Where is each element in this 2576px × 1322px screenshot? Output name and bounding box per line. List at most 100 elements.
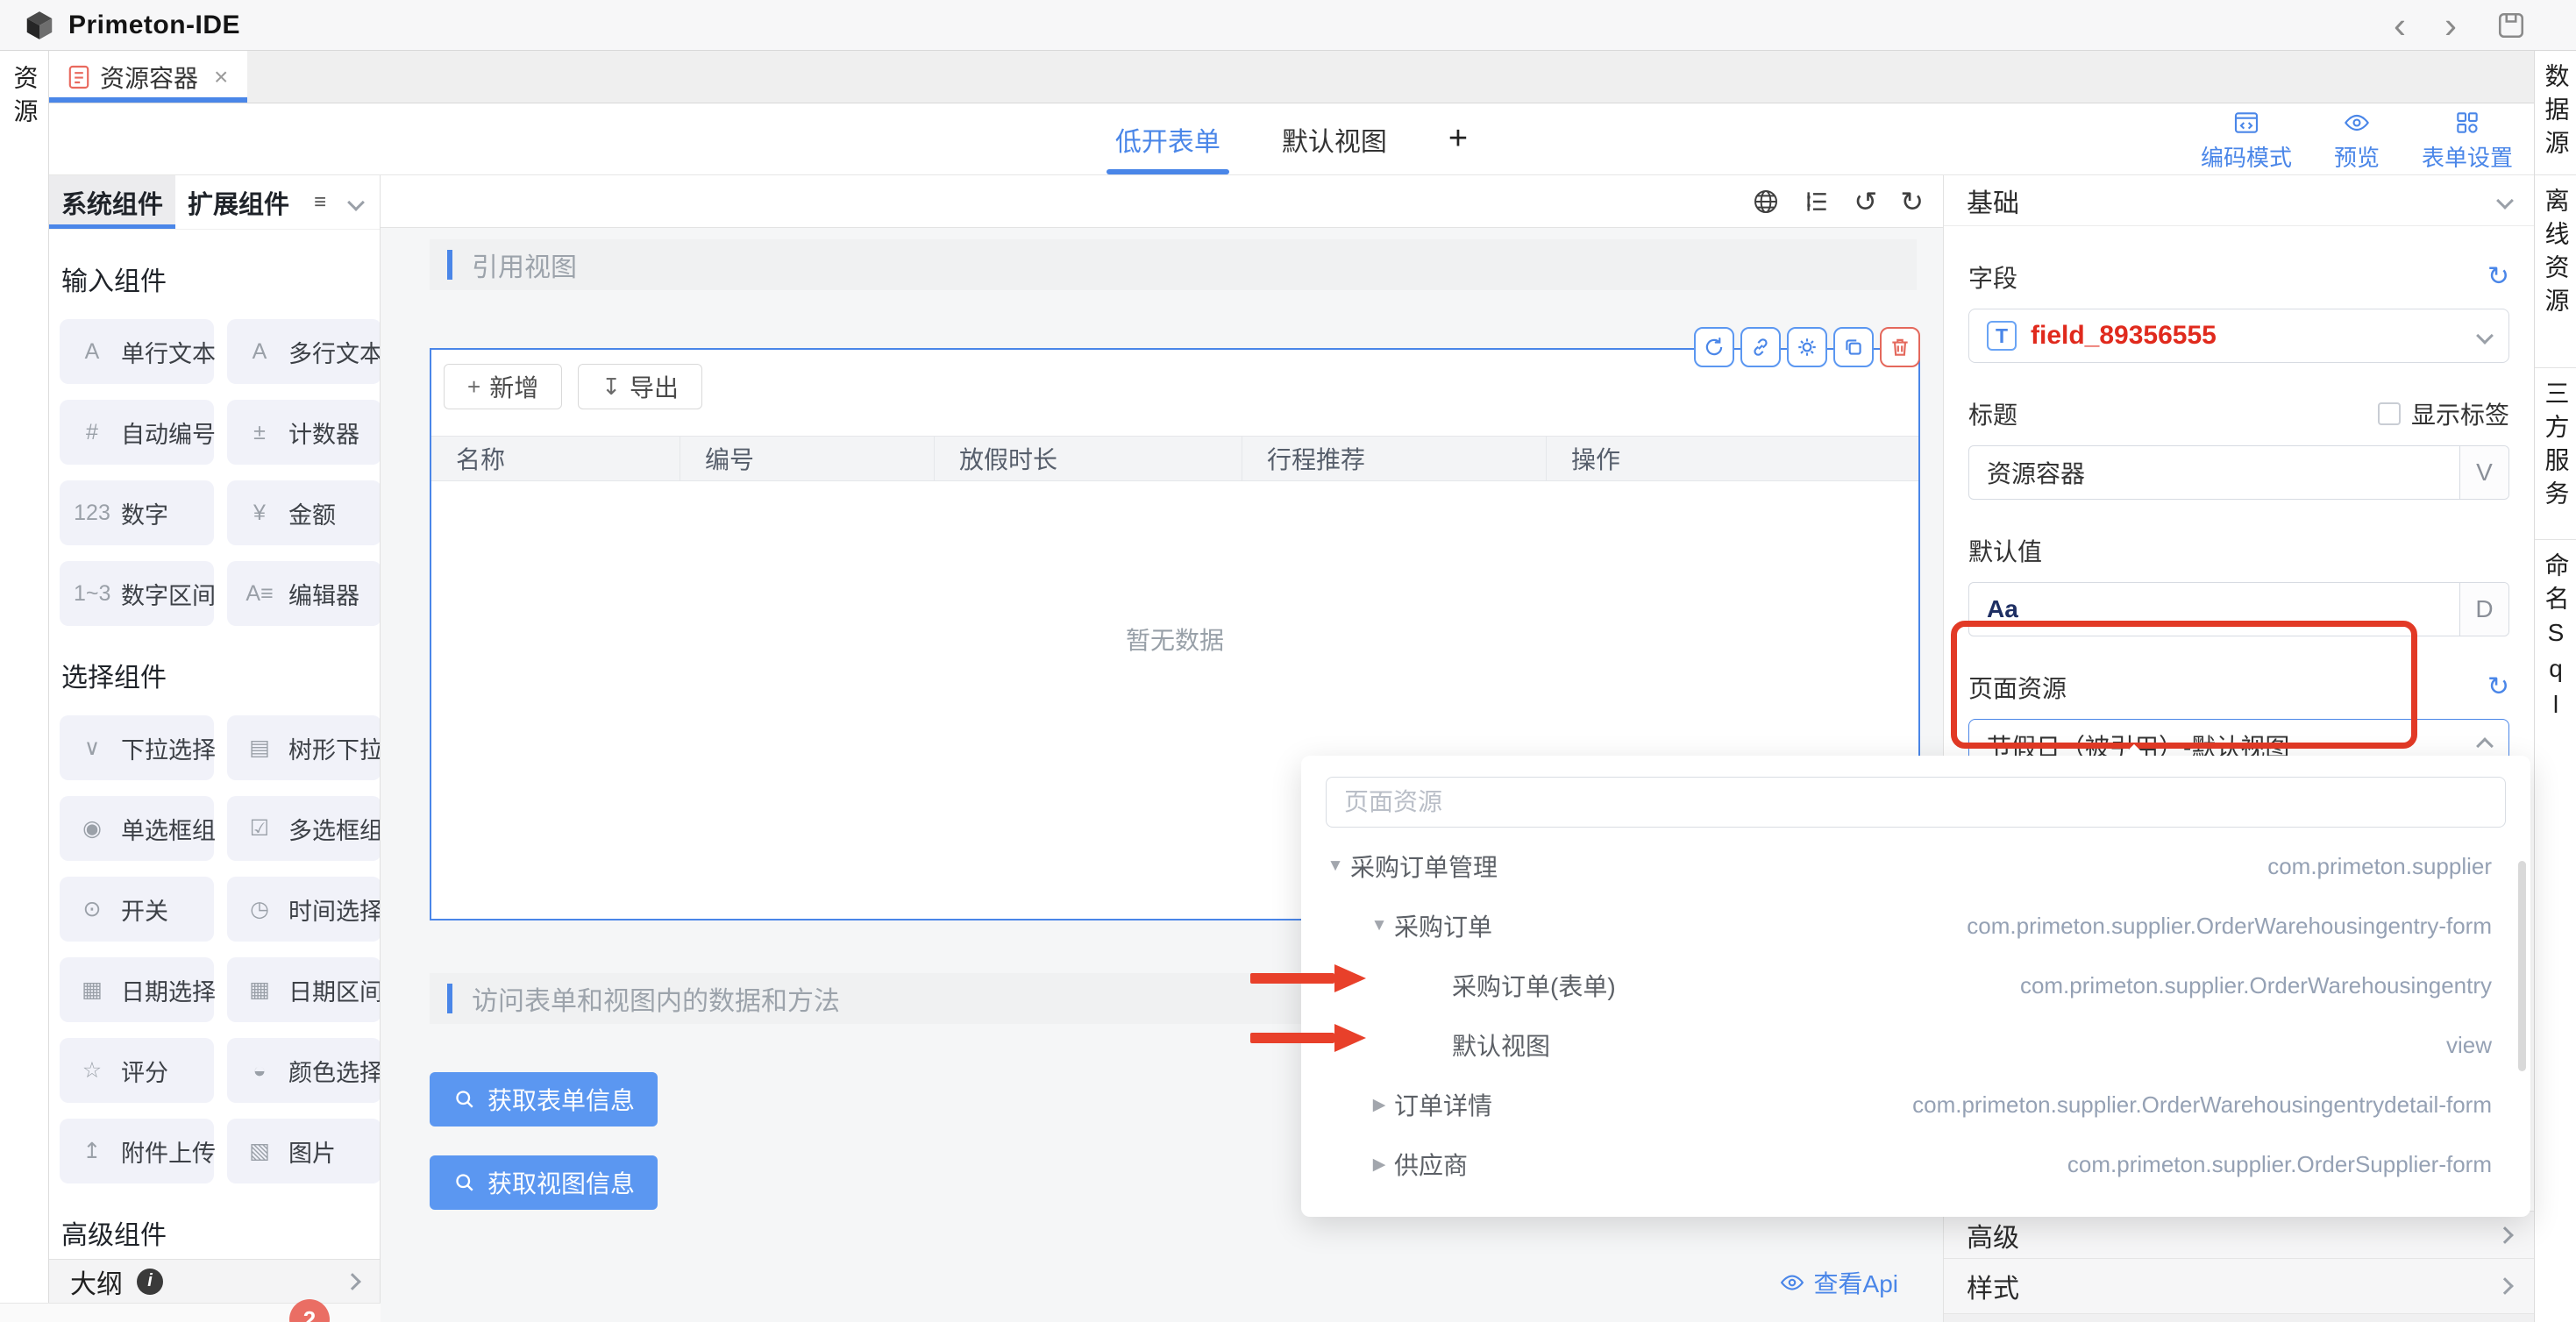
expander-icon[interactable]: ▼ <box>1364 916 1394 935</box>
palette-item-date-picker[interactable]: ▦日期选择 <box>60 957 214 1022</box>
add-view-tab-button[interactable]: + <box>1448 103 1468 174</box>
page-resource-refresh-icon[interactable]: ↻ <box>2487 674 2509 700</box>
palette-item-checkbox-group[interactable]: ☑多选框组 <box>227 796 380 861</box>
show-label-checkbox[interactable] <box>2378 402 2401 425</box>
tree-node-purchase-order-form[interactable]: 采购订单(表单) com.primeton.supplier.OrderWare… <box>1301 956 2530 1015</box>
structure-list-icon[interactable] <box>1803 188 1831 216</box>
inspector-bottom-strip <box>1944 1313 2534 1322</box>
column-header-name[interactable]: 名称 <box>431 437 680 480</box>
palette-list-icon[interactable]: ≡ <box>314 190 326 215</box>
column-header-holiday-duration[interactable]: 放假时长 <box>935 437 1242 480</box>
palette-item-time-picker[interactable]: ◷时间选择 <box>227 877 380 942</box>
resource-code: com.primeton.supplier.OrderWarehousingen… <box>1912 1091 2492 1119</box>
outline-expand-button[interactable] <box>346 1276 359 1288</box>
dropdown-scrollbar[interactable] <box>2518 861 2526 1071</box>
export-button[interactable]: ↧ 导出 <box>578 364 702 409</box>
tab-system-components[interactable]: 系统组件 <box>49 175 175 229</box>
close-icon[interactable]: × <box>214 63 228 91</box>
get-view-info-button[interactable]: 获取视图信息 <box>430 1155 658 1210</box>
dropdown-search[interactable] <box>1326 777 2506 828</box>
tab-default-view[interactable]: 默认视图 <box>1282 103 1387 174</box>
link-icon[interactable] <box>1740 327 1781 367</box>
back-icon[interactable]: ‹ <box>2394 7 2406 44</box>
default-suffix-button[interactable]: D <box>2459 583 2508 636</box>
get-form-info-button[interactable]: 获取表单信息 <box>430 1072 658 1127</box>
active-tab-underline <box>49 97 247 103</box>
palette-item-single-line-text[interactable]: A单行文本 <box>60 319 214 384</box>
title-suffix-button[interactable]: V <box>2459 446 2508 499</box>
palette-collapse-button[interactable] <box>350 196 362 209</box>
column-header-trip-recommendation[interactable]: 行程推荐 <box>1242 437 1547 480</box>
palette-item-multi-line-text[interactable]: A多行文本 <box>227 319 380 384</box>
right-rail-tab-offline-resource[interactable]: 离线资源 <box>2535 175 2576 368</box>
section-marker <box>447 984 452 1013</box>
inspector-section-basic[interactable]: 基础 <box>1944 175 2534 226</box>
section-title: 引用视图 <box>472 245 577 284</box>
tree-node-purchase-order-management[interactable]: ▼ 采购订单管理 com.primeton.supplier <box>1301 836 2530 896</box>
code-mode-button[interactable]: 编码模式 <box>2201 109 2292 173</box>
inspector-section-style[interactable]: 样式 <box>1944 1258 2534 1313</box>
field-refresh-icon[interactable]: ↻ <box>2487 264 2509 290</box>
outline-bar[interactable]: 大纲 i <box>49 1259 380 1303</box>
section-title-advanced: 高级组件 <box>61 1213 380 1252</box>
tab-lowcode-form[interactable]: 低开表单 <box>1115 103 1220 174</box>
palette-item-auto-number[interactable]: #自动编号 <box>60 400 214 465</box>
trash-icon[interactable] <box>1880 327 1920 367</box>
copy-icon[interactable] <box>1833 327 1874 367</box>
palette-item-tree-select[interactable]: ▤树形下拉 <box>227 715 380 780</box>
palette-item-file-upload[interactable]: ↥附件上传 <box>60 1119 214 1183</box>
column-header-number[interactable]: 编号 <box>680 437 935 480</box>
form-tab-band: 低开表单 默认视图 + 编码模式 预览 表单设置 <box>49 103 2534 175</box>
right-rail-tab-third-party-service[interactable]: 三方服务 <box>2535 368 2576 540</box>
hash-icon: # <box>74 420 110 445</box>
expander-icon[interactable]: ▶ <box>1364 1155 1394 1175</box>
palette-item-date-range[interactable]: ▦日期区间 <box>227 957 380 1022</box>
doc-tab-resource-container[interactable]: 资源容器 × <box>49 51 247 103</box>
globe-icon[interactable] <box>1752 188 1780 216</box>
palette-item-currency[interactable]: ¥金额 <box>227 480 380 545</box>
form-settings-button[interactable]: 表单设置 <box>2422 109 2513 173</box>
section-marker <box>447 250 452 280</box>
forward-icon[interactable]: › <box>2444 7 2457 44</box>
column-header-actions[interactable]: 操作 <box>1547 437 1918 480</box>
document-icon <box>68 64 89 90</box>
palette-item-number[interactable]: 123数字 <box>60 480 214 545</box>
right-rail-tab-named-sql[interactable]: 命名Sql <box>2535 540 2576 1322</box>
add-row-button[interactable]: + 新增 <box>444 364 562 409</box>
save-icon[interactable] <box>2495 10 2527 41</box>
dropdown-search-input[interactable] <box>1344 788 2487 816</box>
redo-icon[interactable]: ↻ <box>1900 188 1924 216</box>
left-rail-resources-tab[interactable]: 资源 <box>7 65 42 131</box>
palette-item-radio-group[interactable]: ◉单选框组 <box>60 796 214 861</box>
gear-icon[interactable] <box>1787 327 1827 367</box>
tree-node-supplier[interactable]: ▶ 供应商 com.primeton.supplier.OrderSupplie… <box>1301 1134 2530 1194</box>
field-select[interactable]: T field_89356555 <box>1968 309 2509 363</box>
view-api-link[interactable]: 查看Api <box>1779 1265 1898 1300</box>
tree-node-default-view[interactable]: 默认视图 view <box>1301 1015 2530 1075</box>
undo-icon[interactable]: ↺ <box>1854 188 1877 216</box>
right-rail-tab-datasource[interactable]: 数据源 <box>2535 51 2576 175</box>
palette-item-counter[interactable]: ±计数器 <box>227 400 380 465</box>
expander-icon[interactable]: ▶ <box>1364 1095 1394 1115</box>
refresh-icon[interactable] <box>1694 327 1734 367</box>
palette-item-image[interactable]: ▧图片 <box>227 1119 380 1183</box>
palette-scroll-area[interactable]: 输入组件 A单行文本 A多行文本 #自动编号 ±计数器 123数字 ¥金额 1~… <box>49 230 380 1259</box>
tab-extended-components[interactable]: 扩展组件 <box>175 175 302 229</box>
preview-button[interactable]: 预览 <box>2334 109 2380 173</box>
tree-node-purchase-order[interactable]: ▼ 采购订单 com.primeton.supplier.OrderWareho… <box>1301 896 2530 956</box>
title-input[interactable]: 资源容器 V <box>1968 445 2509 500</box>
palette-item-rating[interactable]: ☆评分 <box>60 1038 214 1103</box>
palette-item-color-picker[interactable]: ◒颜色选择 <box>227 1038 380 1103</box>
widget-actions <box>1694 327 1920 367</box>
palette-item-select[interactable]: ∨下拉选择 <box>60 715 214 780</box>
tree-node-order-detail[interactable]: ▶ 订单详情 com.primeton.supplier.OrderWareho… <box>1301 1075 2530 1134</box>
expander-icon[interactable]: ▼ <box>1320 856 1350 876</box>
inspector-section-advanced[interactable]: 高级 <box>1944 1211 2534 1258</box>
palette-item-number-range[interactable]: 1~3数字区间 <box>60 561 214 626</box>
show-label-option[interactable]: 显示标签 <box>2378 396 2509 431</box>
checklist-icon: ☑ <box>241 815 278 842</box>
palette-item-rich-editor[interactable]: A≡编辑器 <box>227 561 380 626</box>
default-value-input[interactable]: Aa D <box>1968 582 2509 636</box>
palette-item-switch[interactable]: ⊙开关 <box>60 877 214 942</box>
plus-icon: + <box>467 373 480 401</box>
